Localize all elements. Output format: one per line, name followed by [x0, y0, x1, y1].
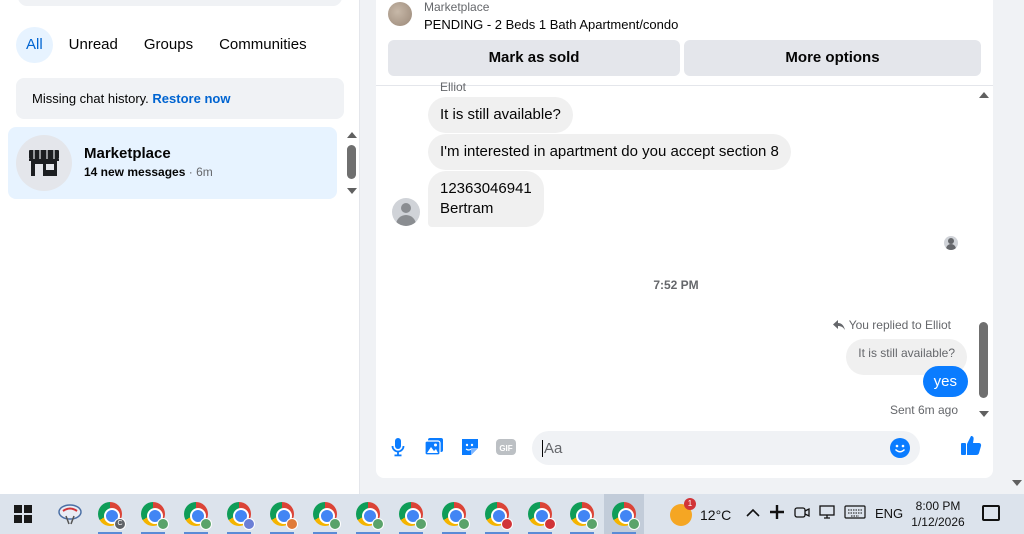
message-input[interactable]: Aa	[532, 431, 920, 465]
thread-scrollbar[interactable]	[977, 91, 991, 417]
chrome-profile-icon[interactable]	[391, 494, 431, 534]
weather-widget[interactable]: 1 12°C	[670, 498, 732, 526]
pinned-app-icon[interactable]	[50, 494, 90, 534]
chrome-profile-icon[interactable]	[219, 494, 259, 534]
reply-indicator: You replied to Elliot	[832, 318, 951, 332]
gif-icon[interactable]: GIF	[495, 436, 517, 458]
conversation-panel: Marketplace PENDING - 2 Beds 1 Bath Apar…	[376, 0, 993, 478]
marketplace-store-icon	[16, 135, 72, 191]
emoji-icon[interactable]	[890, 438, 910, 458]
sender-name: Elliot	[440, 80, 467, 94]
incoming-message[interactable]: 12363046941 Bertram	[428, 171, 544, 227]
message-composer: GIF Aa	[376, 425, 993, 471]
seen-indicator-avatar	[944, 236, 958, 250]
chrome-profile-icon[interactable]	[262, 494, 302, 534]
clock[interactable]: 8:00 PM 1/12/2026	[906, 498, 970, 530]
windows-start-icon[interactable]	[14, 505, 32, 523]
temperature: 12°C	[700, 507, 732, 523]
incoming-message[interactable]: It is still available?	[428, 97, 573, 133]
chevron-up-icon[interactable]	[746, 506, 760, 521]
chrome-profile-icon[interactable]	[562, 494, 602, 534]
listing-title[interactable]: PENDING - 2 Beds 1 Bath Apartment/condo	[424, 17, 678, 32]
chrome-profile-icon-active[interactable]	[604, 494, 644, 534]
photo-icon[interactable]	[423, 436, 445, 458]
chrome-profile-icon[interactable]	[434, 494, 474, 534]
incoming-message[interactable]: I'm interested in apartment do you accep…	[428, 134, 791, 170]
display-icon[interactable]	[819, 505, 835, 522]
chrome-profile-icon[interactable]	[348, 494, 388, 534]
mark-as-sold-button[interactable]: Mark as sold	[388, 40, 680, 76]
clock-date: 1/12/2026	[911, 515, 965, 529]
system-tray: ENG	[746, 504, 903, 523]
search-input[interactable]	[18, 0, 342, 6]
notification-center-icon[interactable]	[982, 505, 1000, 521]
conversation-title: Marketplace	[84, 145, 171, 162]
replied-label: You replied to Elliot	[848, 318, 951, 332]
scroll-up-arrow-icon[interactable]	[347, 132, 357, 138]
header-source: Marketplace	[424, 0, 490, 14]
conversation-time: · 6m	[188, 165, 213, 179]
scroll-down-arrow-icon[interactable]	[347, 188, 357, 194]
conversation-preview: 14 new messages · 6m	[84, 165, 213, 179]
chrome-profile-icon[interactable]	[133, 494, 173, 534]
restore-now-link[interactable]: Restore now	[152, 91, 230, 106]
sent-status: Sent 6m ago	[889, 403, 958, 417]
reply-arrow-icon	[832, 320, 845, 330]
text-caret	[542, 440, 543, 457]
chrome-profile-icon[interactable]	[477, 494, 517, 534]
more-options-button[interactable]: More options	[684, 40, 981, 76]
filter-unread[interactable]: Unread	[59, 27, 128, 63]
clock-time: 8:00 PM	[915, 499, 961, 513]
conversation-item-marketplace[interactable]: Marketplace 14 new messages · 6m	[8, 127, 337, 199]
chrome-profile-icon[interactable]	[520, 494, 560, 534]
chat-list-scrollbar[interactable]	[345, 130, 359, 196]
outgoing-message[interactable]: yes	[922, 366, 968, 397]
weather-sun-icon: 1	[670, 498, 696, 526]
filter-all[interactable]: All	[16, 27, 53, 63]
camera-icon[interactable]	[794, 505, 810, 522]
message-thread: Elliot It is still available? I'm intere…	[376, 80, 993, 422]
notice-text: Missing chat history.	[32, 91, 149, 106]
sticker-icon[interactable]	[459, 436, 481, 458]
microphone-icon[interactable]	[387, 436, 409, 458]
missing-history-notice: Missing chat history. Restore now	[16, 78, 344, 119]
chrome-profile-icon[interactable]: C	[90, 494, 130, 534]
language-indicator[interactable]: ENG	[875, 506, 903, 521]
keyboard-icon[interactable]	[844, 505, 866, 522]
plus-icon[interactable]	[769, 504, 785, 523]
scroll-up-arrow-icon[interactable]	[979, 92, 989, 98]
sender-avatar[interactable]	[392, 198, 420, 226]
filter-tabs: All Unread Groups Communities	[16, 27, 317, 63]
chrome-profile-icon[interactable]	[176, 494, 216, 534]
unread-count: 14 new messages	[84, 165, 186, 179]
listing-header: Marketplace PENDING - 2 Beds 1 Bath Apar…	[376, 0, 993, 86]
message-timestamp: 7:52 PM	[653, 278, 699, 292]
filter-communities[interactable]: Communities	[209, 27, 317, 63]
scroll-down-arrow-icon[interactable]	[979, 411, 989, 417]
windows-taskbar: C 1 12°C ENG 8:00 PM 1/12/2026	[0, 494, 1024, 534]
thumbs-up-icon[interactable]	[960, 434, 982, 456]
scroll-thumb[interactable]	[347, 145, 356, 179]
filter-groups[interactable]: Groups	[134, 27, 203, 63]
message-placeholder: Aa	[544, 440, 563, 457]
weather-badge: 1	[684, 498, 696, 510]
chat-list-panel: All Unread Groups Communities Missing ch…	[0, 0, 360, 494]
listing-thumbnail[interactable]	[388, 2, 412, 26]
chrome-profile-badge: C	[114, 518, 126, 530]
chrome-profile-icon[interactable]	[305, 494, 345, 534]
scroll-thumb[interactable]	[979, 322, 988, 398]
gif-label: GIF	[499, 444, 512, 453]
